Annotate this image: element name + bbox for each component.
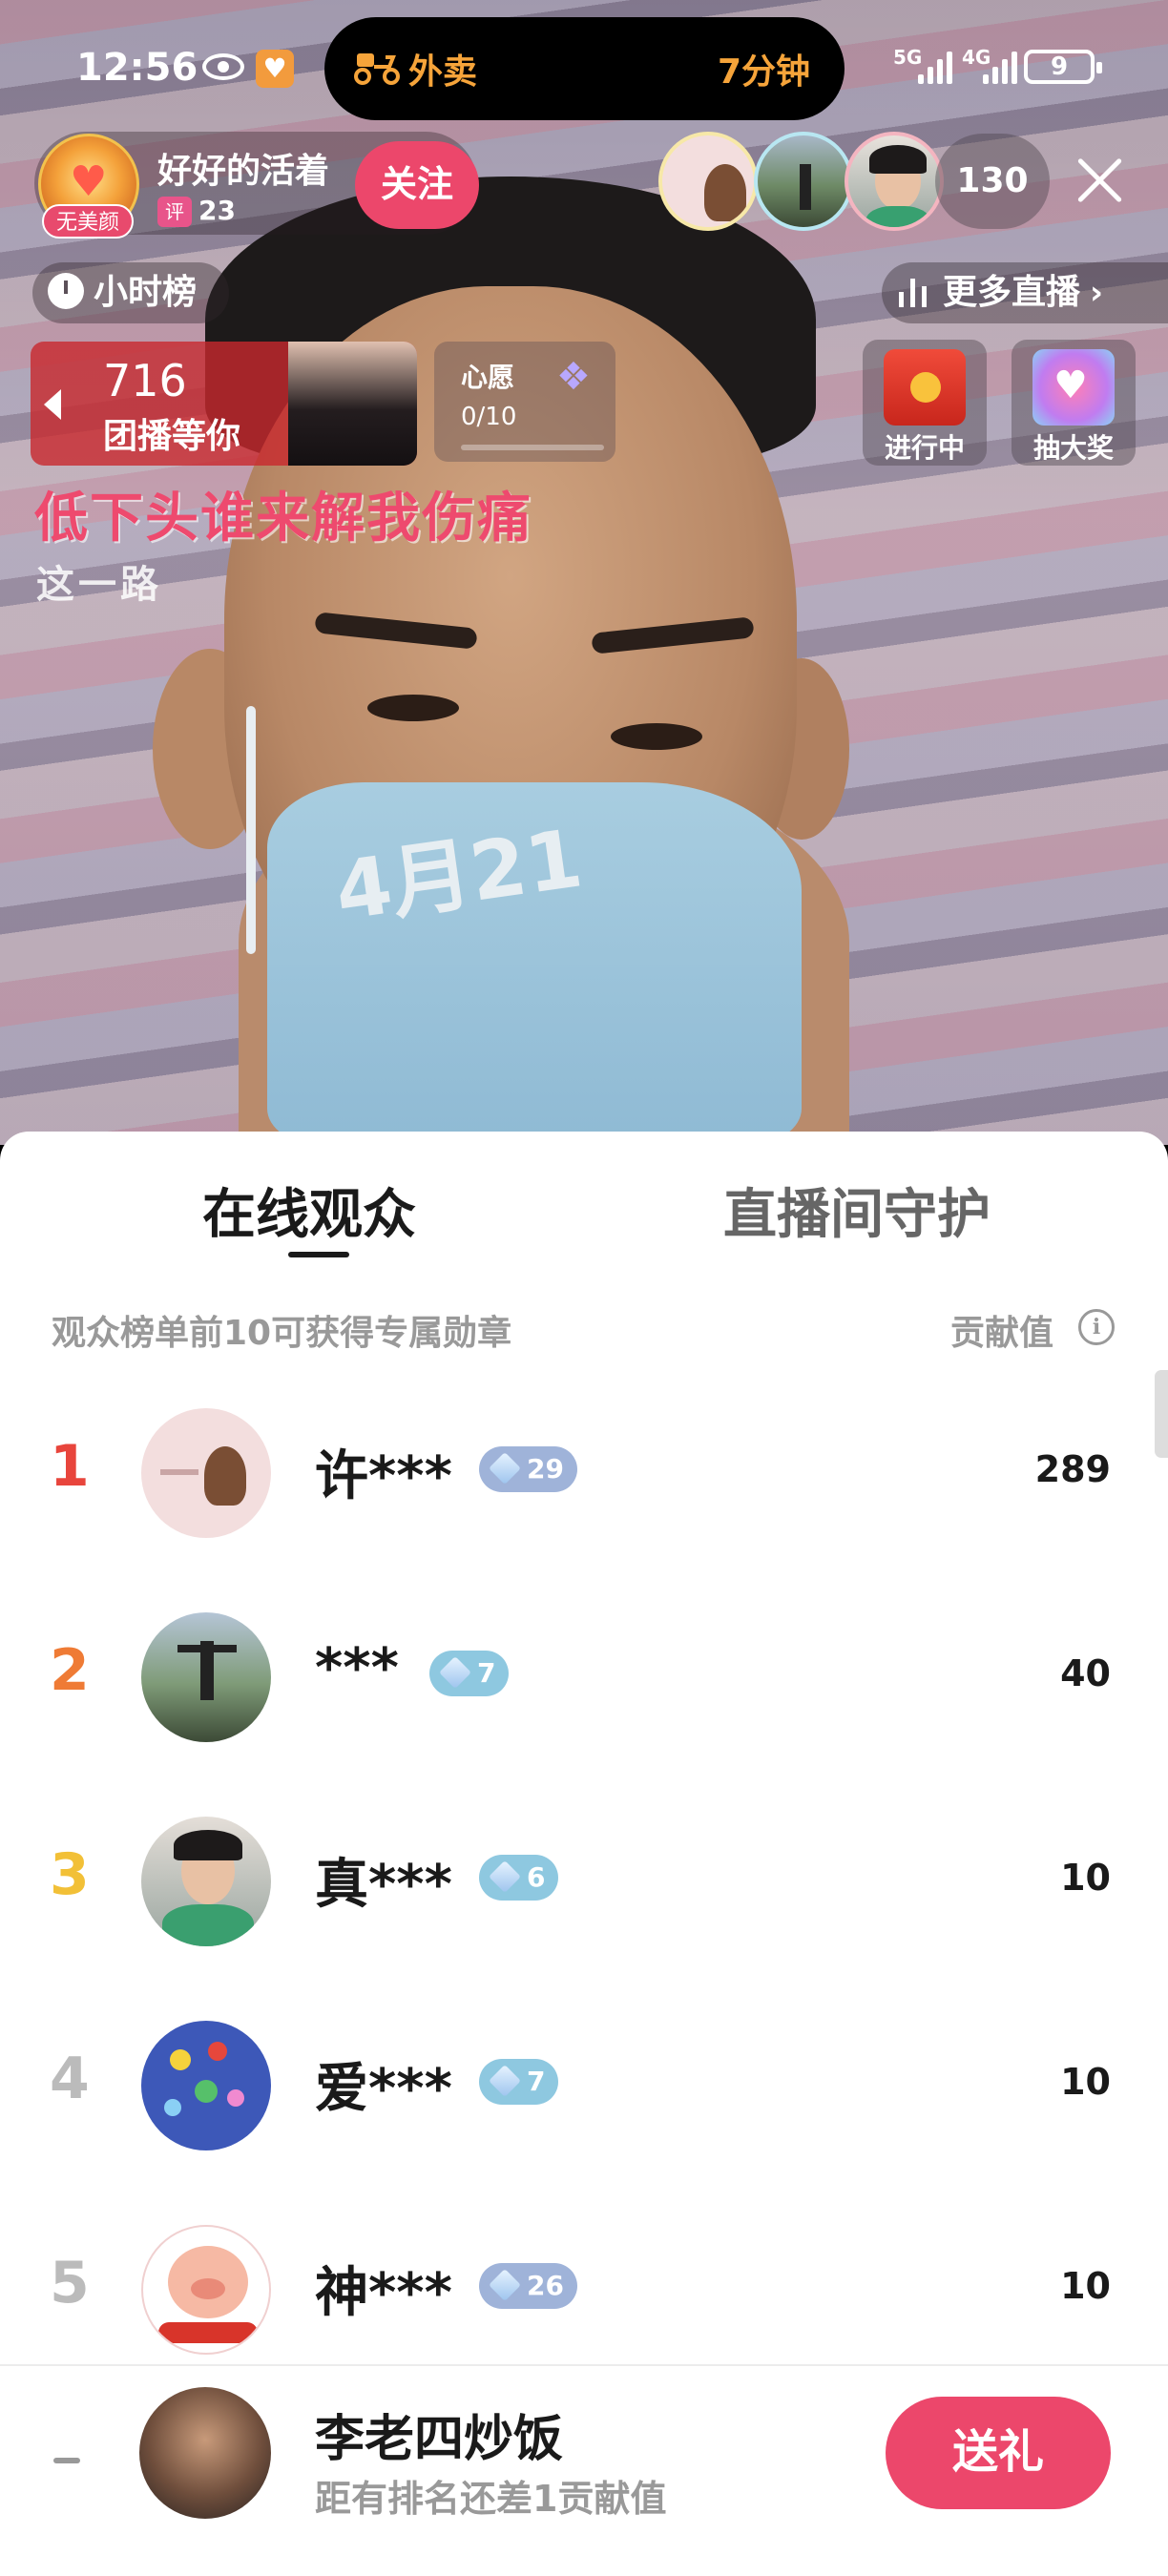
follow-button[interactable]: 关注 — [355, 141, 479, 229]
avatar[interactable] — [141, 2021, 271, 2150]
contribution-value: 10 — [1060, 2265, 1111, 2307]
mask-strap-left — [246, 706, 256, 954]
lyric-line-2: 这一路 — [36, 563, 162, 607]
avatar[interactable] — [141, 1817, 271, 1946]
fan-level-badge: 7 — [429, 1651, 510, 1696]
hourly-rank-label: 小时榜 — [94, 273, 198, 312]
wish-progress: 0/10 — [461, 403, 517, 431]
more-live-label: 更多直播 — [943, 273, 1081, 312]
current-user-avatar[interactable] — [139, 2387, 271, 2519]
rank-number: 5 — [50, 2250, 90, 2316]
rank-number: 2 — [50, 1637, 90, 1704]
tab-underline — [288, 1252, 349, 1257]
heart-icon: ♥ — [70, 157, 108, 206]
wish-progress-bar — [461, 445, 604, 450]
audience-row-4[interactable]: 4 爱*** 7 10 — [0, 1983, 1168, 2188]
avatar[interactable] — [141, 2225, 271, 2355]
group-host-photo — [288, 342, 417, 466]
fan-level-badge: 6 — [479, 1855, 559, 1901]
clock-icon — [48, 273, 84, 309]
audience-row-1[interactable]: 1 许*** 29 289 — [0, 1370, 1168, 1575]
chevron-right-icon: › — [1090, 274, 1104, 312]
contribution-value: 40 — [1060, 1652, 1111, 1694]
arrow-left-icon — [44, 389, 61, 420]
lottery-label: 抽大奖 — [1032, 432, 1114, 464]
host-level-badge: 评 — [157, 197, 192, 227]
signal-icon-2 — [983, 50, 1025, 84]
group-count: 716 — [103, 355, 187, 406]
viewer-count[interactable]: 130 — [935, 134, 1050, 229]
island-label: 外卖 — [408, 52, 478, 92]
wish-title: 心愿 — [461, 362, 515, 393]
fan-level-badge: 29 — [479, 1446, 577, 1492]
viewer-avatar-3[interactable] — [845, 132, 944, 231]
signal-icon-1 — [918, 50, 960, 84]
current-user-status: 距有排名还差1贡献值 — [315, 2478, 667, 2520]
viewer-name: 爱*** — [315, 2058, 452, 2120]
status-time: 12:56 — [76, 46, 198, 90]
current-user-name: 李老四炒饭 — [315, 2411, 564, 2468]
viewer-name: 神*** — [315, 2262, 452, 2324]
scooter-icon — [354, 53, 400, 85]
audience-row-3[interactable]: 3 真*** 6 10 — [0, 1778, 1168, 1984]
streamer-eye-right — [611, 723, 702, 750]
rank-number: 4 — [50, 2046, 90, 2112]
fan-level-badge: 7 — [479, 2059, 559, 2105]
hourly-rank-chip[interactable]: 小时榜 — [32, 262, 229, 323]
unranked-dash — [53, 2458, 80, 2463]
rank-number: 3 — [50, 1841, 90, 1908]
island-eta: 7分钟 — [717, 52, 810, 92]
more-live-chip[interactable]: 更多直播 › — [882, 262, 1168, 323]
contribution-column-label: 贡献值 — [950, 1314, 1054, 1353]
avatar[interactable] — [141, 1408, 271, 1538]
viewer-name: *** — [315, 1637, 399, 1699]
red-packet-label: 进行中 — [884, 432, 965, 464]
lottery-heart-icon: ♥ — [1032, 349, 1115, 426]
viewer-avatar-1[interactable] — [658, 132, 758, 231]
ranking-hint: 观众榜单前10可获得专属勋章 — [52, 1314, 512, 1353]
dynamic-island[interactable]: 外卖 7分钟 — [324, 17, 845, 120]
viewer-name: 许*** — [315, 1445, 452, 1507]
tab-room-guardians[interactable]: 直播间守护 — [723, 1172, 991, 1249]
viewer-name: 真*** — [315, 1854, 452, 1916]
group-live-card[interactable]: 716 团播等你 — [31, 342, 417, 466]
contribution-value: 289 — [1034, 1448, 1111, 1490]
current-user-bar: 李老四炒饭 距有排名还差1贡献值 送礼 — [0, 2364, 1168, 2576]
host-tag: 无美颜 — [42, 204, 134, 239]
send-gift-button[interactable]: 送礼 — [886, 2397, 1111, 2509]
battery-icon: 9 — [1024, 50, 1102, 84]
wish-card[interactable]: 心愿 ❖ 0/10 — [434, 342, 615, 462]
heart-badge-icon: ♥ — [256, 50, 294, 88]
audience-row-5[interactable]: 5 神*** 26 10 — [0, 2187, 1168, 2392]
ranking-bars-icon — [899, 275, 931, 307]
host-name: 好好的活着 — [157, 152, 330, 191]
lyric-line-1: 低下头谁来解我伤痛 — [34, 488, 532, 550]
close-icon[interactable] — [1071, 151, 1128, 208]
info-icon[interactable]: i — [1078, 1309, 1115, 1345]
red-packet-promo[interactable]: 进行中 — [863, 340, 987, 466]
fan-level-badge: 26 — [479, 2263, 577, 2309]
avatar[interactable] — [141, 1612, 271, 1742]
viewer-avatar-2[interactable] — [754, 132, 853, 231]
wings-icon: ❖ — [556, 355, 591, 399]
host-level-number: 23 — [198, 195, 236, 226]
contribution-value: 10 — [1060, 2061, 1111, 2103]
contribution-value: 10 — [1060, 1857, 1111, 1899]
eye-icon — [202, 53, 244, 80]
group-label: 团播等你 — [103, 417, 241, 456]
streamer-eye-left — [367, 695, 459, 721]
lottery-promo[interactable]: ♥ 抽大奖 — [1012, 340, 1136, 466]
tab-online-audience[interactable]: 在线观众 — [202, 1172, 416, 1249]
audience-row-2[interactable]: 2 *** 7 40 — [0, 1574, 1168, 1779]
rank-number: 1 — [50, 1433, 90, 1500]
red-packet-icon — [884, 349, 966, 426]
